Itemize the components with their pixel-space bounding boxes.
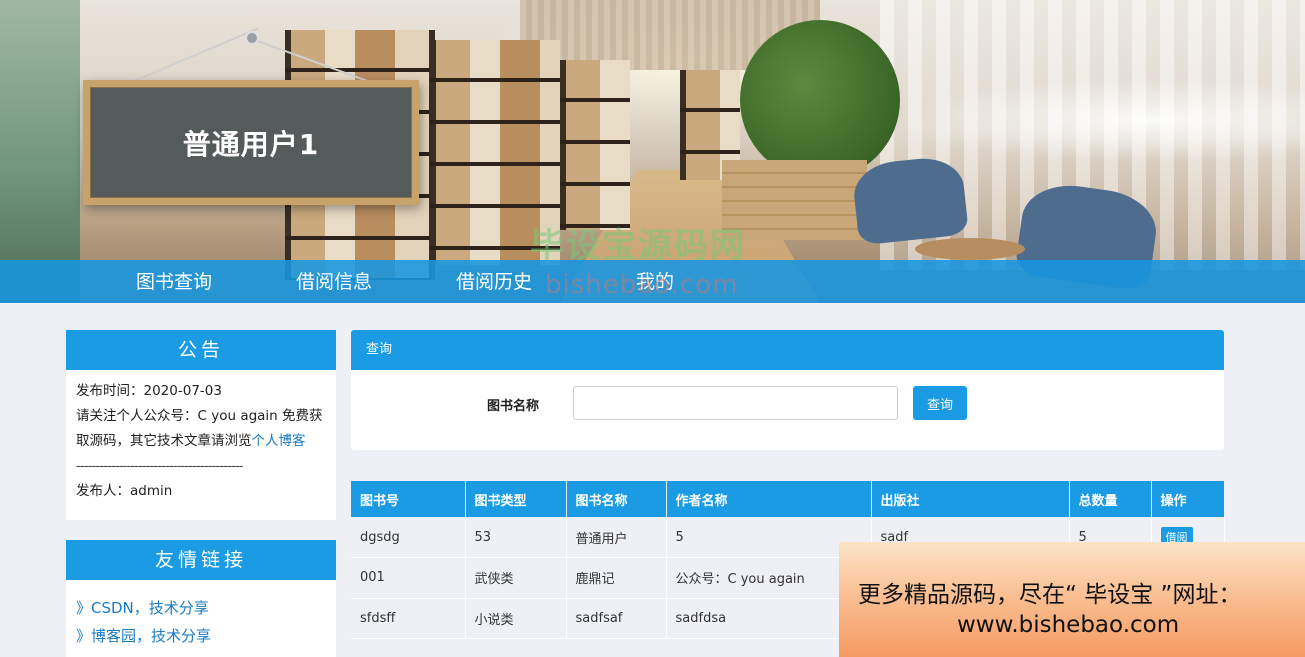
col-book-name: 图书名称 (566, 481, 667, 517)
cell-book-type: 武侠类 (465, 557, 567, 599)
cell-book-id: dgsdg (351, 517, 466, 558)
cell-book-name: sadfsaf (566, 598, 667, 639)
query-header: 查询 (351, 330, 1224, 370)
sign-string-left (119, 27, 259, 88)
cell-book-name: 普通用户 (566, 517, 667, 558)
watermark-en: bishebao.com (545, 270, 739, 300)
banner-tree (740, 20, 900, 180)
sign-pin-icon (245, 31, 259, 45)
query-panel: 查询 图书名称 查询 (351, 330, 1224, 450)
friend-links-panel: 友情链接 》CSDN，技术分享 》博客园，技术分享 (66, 540, 336, 657)
promo-text: 更多精品源码，尽在“ 毕设宝 ”网址： (858, 582, 1242, 608)
banner-bookshelf (560, 60, 630, 230)
promo-banner[interactable]: 更多精品源码，尽在“ 毕设宝 ”网址： www.bishebao.com (839, 542, 1305, 657)
book-name-input[interactable] (573, 386, 898, 420)
notice-publisher: 发布人：admin (76, 483, 173, 499)
banner-image: 普通用户1 毕设宝源码网 (0, 0, 1305, 303)
friend-links-title: 友情链接 (66, 540, 336, 580)
chalkboard-sign: 普通用户1 (83, 80, 419, 205)
banner-table (915, 238, 1025, 260)
cell-book-type: 小说类 (465, 598, 567, 639)
promo-url: www.bishebao.com (957, 612, 1180, 638)
nav-item-book-search[interactable]: 图书查询 (136, 260, 212, 303)
blog-link[interactable]: 个人博客 (252, 433, 306, 449)
notice-publish-time: 发布时间：2020-07-03 (76, 383, 222, 399)
cell-book-id: sfdsff (351, 598, 466, 639)
banner-chair (851, 154, 969, 246)
col-action: 操作 (1151, 481, 1225, 517)
col-publisher: 出版社 (871, 481, 1070, 517)
cell-book-id: 001 (351, 557, 466, 599)
notice-panel: 公告 发布时间：2020-07-03 请关注个人公众号：C you again … (66, 330, 336, 520)
nav-item-borrow-info[interactable]: 借阅信息 (296, 260, 372, 303)
book-name-label: 图书名称 (487, 399, 540, 414)
banner-window (0, 0, 80, 303)
table-header-row: 图书号 图书类型 图书名称 作者名称 出版社 总数量 操作 (351, 481, 1225, 517)
col-book-id: 图书号 (351, 481, 466, 517)
friend-link-cnblogs[interactable]: 》博客园，技术分享 (76, 622, 336, 650)
friend-link-csdn[interactable]: 》CSDN，技术分享 (76, 594, 336, 622)
cell-book-name: 鹿鼎记 (566, 557, 667, 599)
nav-item-borrow-history[interactable]: 借阅历史 (456, 260, 532, 303)
notice-title: 公告 (66, 330, 336, 370)
notice-divider: ----------------------------------------… (76, 458, 243, 474)
col-total: 总数量 (1069, 481, 1152, 517)
notice-content: 请关注个人公众号：C you again 免费获取源码，其它技术文章请浏览个人博… (76, 404, 326, 454)
query-button[interactable]: 查询 (913, 386, 967, 420)
user-title: 普通用户1 (182, 127, 320, 161)
cell-book-type: 53 (465, 517, 567, 558)
col-book-type: 图书类型 (465, 481, 567, 517)
col-author: 作者名称 (666, 481, 872, 517)
